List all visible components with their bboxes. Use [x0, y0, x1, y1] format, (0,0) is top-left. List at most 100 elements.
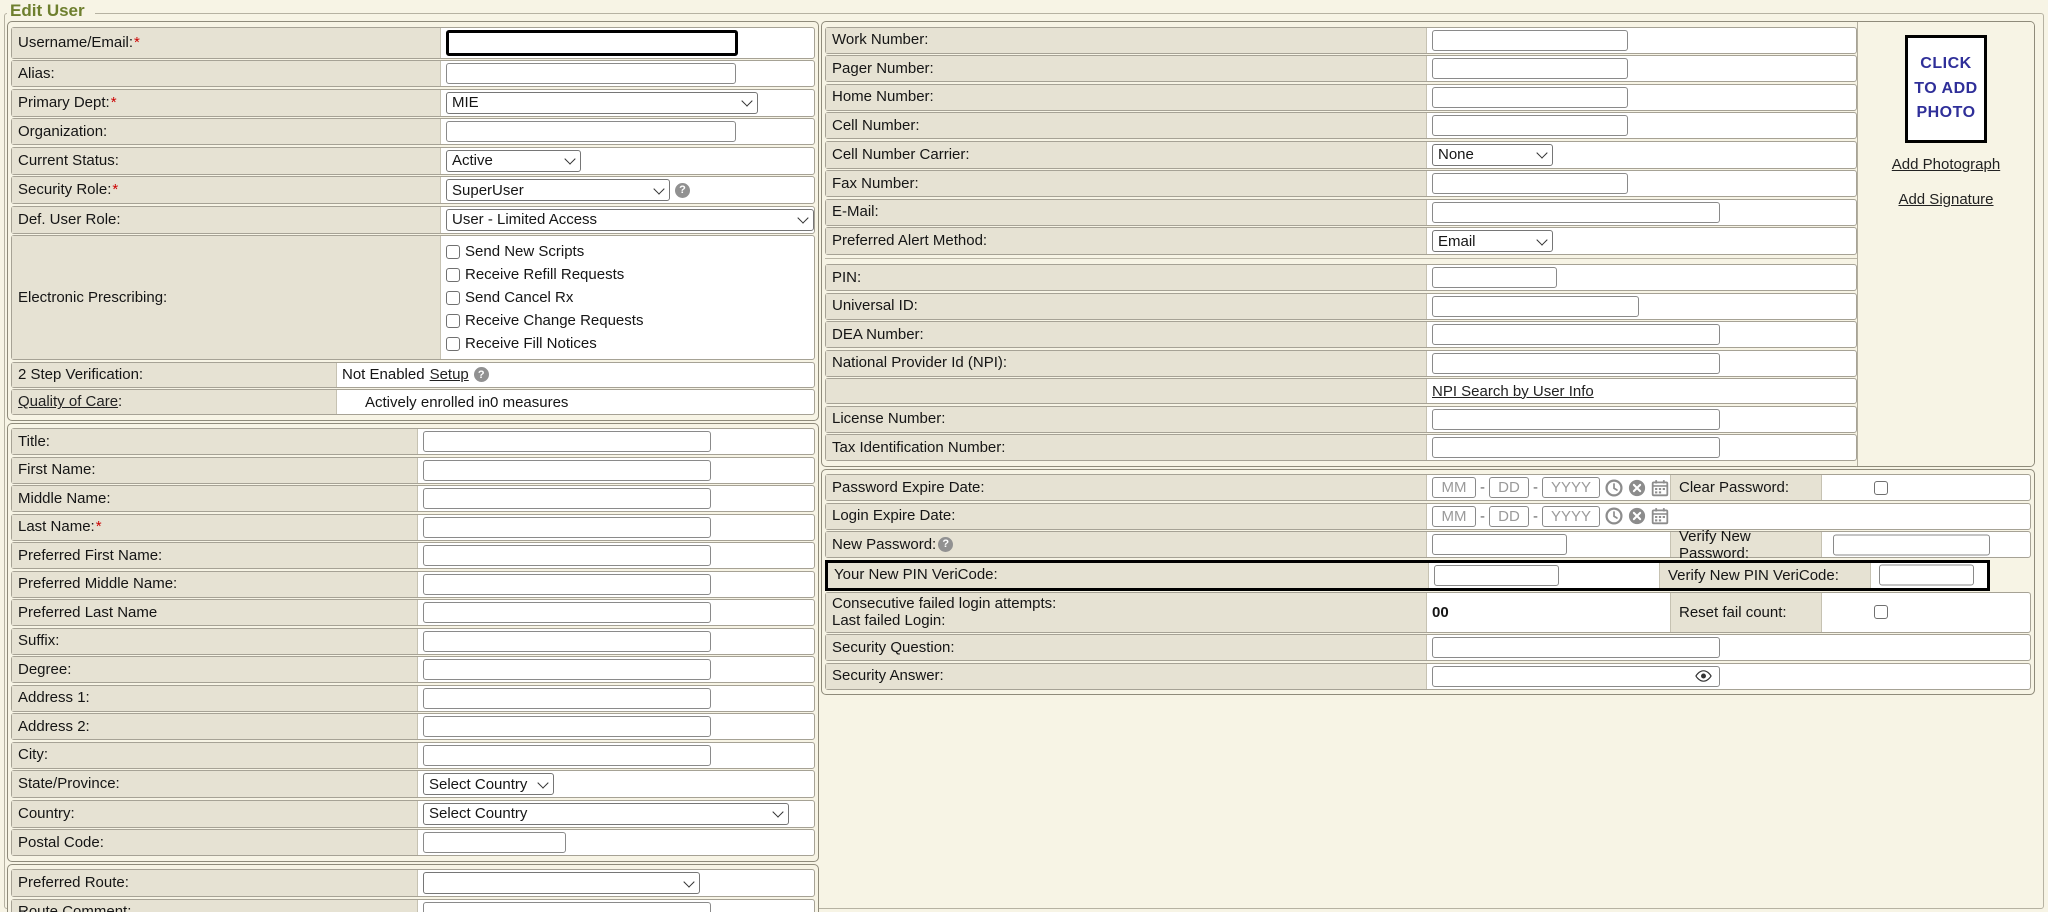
- security-role-select[interactable]: SuperUser: [446, 179, 670, 201]
- postal-code-label: Postal Code:: [18, 834, 104, 851]
- cell-carrier-select[interactable]: None: [1432, 144, 1553, 166]
- npi-search-link[interactable]: NPI Search by User Info: [1432, 383, 1594, 400]
- row-cell-number: Cell Number:: [825, 112, 1857, 139]
- add-photo-placeholder[interactable]: CLICK TO ADD PHOTO: [1905, 35, 1987, 143]
- first-name-label: First Name:: [18, 461, 96, 478]
- preferred-route-select[interactable]: [423, 872, 700, 894]
- state-province-select[interactable]: Select Country: [423, 773, 554, 795]
- security-question-input[interactable]: [1432, 637, 1720, 658]
- organization-input[interactable]: [446, 121, 736, 142]
- receive-change-requests-checkbox[interactable]: [446, 314, 460, 328]
- work-number-input[interactable]: [1432, 30, 1628, 51]
- route-comment-input[interactable]: [423, 902, 711, 912]
- cell-number-input[interactable]: [1432, 115, 1628, 136]
- receive-refill-requests-checkbox[interactable]: [446, 268, 460, 282]
- your-pin-vericode-input[interactable]: [1434, 565, 1559, 586]
- reset-fail-count-checkbox[interactable]: [1874, 605, 1888, 619]
- new-password-input[interactable]: [1432, 534, 1567, 555]
- alias-input[interactable]: [446, 63, 736, 84]
- middle-name-input[interactable]: [423, 488, 711, 509]
- row-tax-id: Tax Identification Number:: [825, 434, 1857, 461]
- clock-icon[interactable]: [1605, 479, 1623, 497]
- help-icon[interactable]: ?: [938, 537, 953, 552]
- home-number-input[interactable]: [1432, 87, 1628, 108]
- def-user-role-select[interactable]: User - Limited Access: [446, 209, 814, 231]
- add-signature-link[interactable]: Add Signature: [1898, 191, 1993, 208]
- preferred-middle-name-input[interactable]: [423, 574, 711, 595]
- license-number-input[interactable]: [1432, 409, 1720, 430]
- clear-date-icon[interactable]: [1628, 507, 1646, 525]
- verify-new-password-input[interactable]: [1833, 534, 1990, 555]
- required-asterisk: *: [134, 34, 140, 51]
- alias-label: Alias:: [18, 65, 55, 82]
- tax-id-input[interactable]: [1432, 437, 1720, 458]
- calendar-icon[interactable]: [1651, 479, 1669, 497]
- state-province-value: Select Country: [429, 776, 527, 793]
- username-input[interactable]: [446, 30, 738, 56]
- pager-number-input[interactable]: [1432, 58, 1628, 79]
- row-electronic-prescribing: Electronic Prescribing: Send New Scripts…: [11, 235, 815, 360]
- help-icon[interactable]: ?: [675, 183, 690, 198]
- clear-password-checkbox[interactable]: [1874, 481, 1888, 495]
- address1-input[interactable]: [423, 688, 711, 709]
- pin-label: PIN:: [832, 269, 861, 286]
- help-icon[interactable]: ?: [474, 367, 489, 382]
- dea-number-input[interactable]: [1432, 324, 1720, 345]
- required-asterisk: *: [111, 94, 117, 111]
- preferred-middle-name-label: Preferred Middle Name:: [18, 575, 177, 592]
- send-cancel-rx-label: Send Cancel Rx: [465, 289, 573, 306]
- two-step-setup-link[interactable]: Setup: [430, 366, 469, 383]
- email-input[interactable]: [1432, 202, 1720, 223]
- universal-id-input[interactable]: [1432, 296, 1639, 317]
- row-preferred-alert: Preferred Alert Method: Email: [825, 227, 1857, 255]
- calendar-icon[interactable]: [1651, 507, 1669, 525]
- send-cancel-rx-checkbox[interactable]: [446, 291, 460, 305]
- password-expire-mm-input[interactable]: [1432, 477, 1476, 498]
- row-password-expire: Password Expire Date: - - Clear Password…: [825, 474, 2031, 501]
- current-status-select[interactable]: Active: [446, 150, 581, 172]
- fax-number-label: Fax Number:: [832, 175, 919, 192]
- preferred-first-name-input[interactable]: [423, 545, 711, 566]
- clear-date-icon[interactable]: [1628, 479, 1646, 497]
- preferred-first-name-label: Preferred First Name:: [18, 547, 162, 564]
- preferred-alert-select[interactable]: Email: [1432, 230, 1553, 252]
- work-number-label: Work Number:: [832, 31, 928, 48]
- eye-icon[interactable]: [1695, 670, 1712, 683]
- title-input[interactable]: [423, 431, 711, 452]
- preferred-last-name-input[interactable]: [423, 602, 711, 623]
- degree-input[interactable]: [423, 659, 711, 680]
- security-role-label: Security Role:: [18, 181, 111, 198]
- pin-input[interactable]: [1432, 267, 1557, 288]
- required-asterisk: *: [112, 181, 118, 198]
- primary-dept-select[interactable]: MIE: [446, 92, 758, 114]
- send-new-scripts-checkbox[interactable]: [446, 245, 460, 259]
- date-separator: -: [1480, 508, 1485, 525]
- login-expire-label: Login Expire Date:: [832, 507, 955, 524]
- verify-pin-vericode-input[interactable]: [1879, 565, 1974, 586]
- city-input[interactable]: [423, 745, 711, 766]
- login-expire-yyyy-input[interactable]: [1542, 506, 1600, 527]
- address2-input[interactable]: [423, 716, 711, 737]
- row-suffix: Suffix:: [11, 628, 815, 655]
- add-photograph-link[interactable]: Add Photograph: [1892, 156, 2000, 173]
- quality-of-care-link[interactable]: Quality of Care: [18, 393, 118, 410]
- password-expire-dd-input[interactable]: [1489, 477, 1529, 498]
- login-expire-mm-input[interactable]: [1432, 506, 1476, 527]
- npi-input[interactable]: [1432, 353, 1720, 374]
- country-select[interactable]: Select Country: [423, 803, 789, 825]
- row-state-province: State/Province: Select Country: [11, 770, 815, 798]
- suffix-input[interactable]: [423, 631, 711, 652]
- first-name-input[interactable]: [423, 460, 711, 481]
- row-dea-number: DEA Number:: [825, 321, 1857, 348]
- login-expire-dd-input[interactable]: [1489, 506, 1529, 527]
- last-name-input[interactable]: [423, 517, 711, 538]
- receive-fill-notices-checkbox[interactable]: [446, 337, 460, 351]
- clear-password-label: Clear Password:: [1679, 479, 1789, 496]
- postal-code-input[interactable]: [423, 832, 566, 853]
- password-expire-yyyy-input[interactable]: [1542, 477, 1600, 498]
- dea-number-label: DEA Number:: [832, 326, 924, 343]
- clock-icon[interactable]: [1605, 507, 1623, 525]
- license-number-label: License Number:: [832, 410, 945, 427]
- security-answer-input[interactable]: [1432, 666, 1720, 687]
- fax-number-input[interactable]: [1432, 173, 1628, 194]
